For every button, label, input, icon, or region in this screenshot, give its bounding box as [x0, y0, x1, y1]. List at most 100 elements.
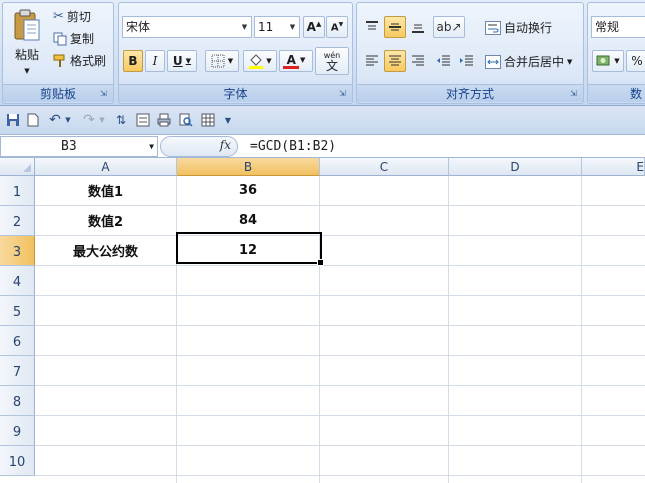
format-painter-icon — [53, 54, 65, 67]
row-header-4[interactable]: 4 — [0, 266, 35, 296]
fill-color-button[interactable]: ▼ — [243, 50, 277, 72]
number-group-label: 数 — [588, 84, 645, 102]
currency-icon — [596, 55, 610, 66]
font-color-button[interactable]: A ▼ — [279, 50, 313, 72]
undo-icon[interactable]: ↶ — [46, 111, 64, 129]
select-all-corner[interactable] — [0, 158, 35, 176]
format-painter-button[interactable]: 格式刷 — [53, 52, 106, 69]
fx-icon: fx — [219, 138, 231, 152]
number-group: 常规 ▼ % 数 — [587, 2, 645, 104]
column-header-b[interactable]: B — [177, 158, 320, 176]
column-header-c[interactable]: C — [320, 158, 449, 176]
grid-line — [319, 176, 320, 483]
fill-bucket-icon — [249, 54, 264, 69]
insert-function-button[interactable]: fx — [160, 136, 238, 157]
align-bottom-button[interactable] — [407, 16, 429, 38]
align-left-icon — [366, 55, 378, 66]
grid-line — [448, 176, 449, 483]
chevron-down-icon[interactable]: ▼ — [97, 111, 107, 129]
phonetic-char: 文 — [325, 59, 338, 73]
chevron-down-icon[interactable]: ▼ — [63, 111, 73, 129]
row-header-9[interactable]: 9 — [0, 416, 35, 446]
font-name-select[interactable]: 宋体 ▼ — [122, 16, 252, 38]
number-format-select[interactable]: 常规 — [591, 16, 645, 38]
sort-icon[interactable]: ⇅ — [112, 111, 130, 129]
formula-input[interactable]: =GCD(B1:B2) — [250, 137, 336, 156]
orientation-button[interactable]: ab↗ — [433, 16, 465, 38]
print-preview-icon[interactable] — [177, 111, 195, 129]
font-color-icon: A — [286, 52, 296, 67]
dialog-launcher-icon[interactable]: ⇲ — [339, 89, 349, 99]
column-header-e[interactable]: E — [582, 158, 645, 176]
italic-button[interactable]: I — [145, 50, 165, 72]
accounting-format-button[interactable]: ▼ — [592, 50, 624, 72]
copy-button[interactable]: 复制 — [53, 30, 94, 47]
grid-line — [35, 295, 645, 296]
quick-access-toolbar: ↶ ▼ ↷ ▼ ⇅ ▼ — [0, 106, 645, 135]
grid-line — [35, 325, 645, 326]
row-header-6[interactable]: 6 — [0, 326, 35, 356]
column-header-a[interactable]: A — [35, 158, 177, 176]
row-header-3[interactable]: 3 — [0, 236, 35, 266]
grid-line — [35, 415, 645, 416]
grid-line — [35, 445, 645, 446]
cell-a3[interactable]: 最大公约数 — [35, 236, 176, 265]
font-size-select[interactable]: 11 ▼ — [254, 16, 300, 38]
phonetic-guide-button[interactable]: wén 文 — [315, 47, 349, 75]
form-icon[interactable] — [134, 111, 152, 129]
column-header-d[interactable]: D — [449, 158, 582, 176]
number-format-value: 常规 — [595, 20, 620, 34]
align-middle-icon — [389, 23, 401, 31]
redo-icon[interactable]: ↷ — [80, 111, 98, 129]
dialog-launcher-icon[interactable]: ⇲ — [570, 89, 580, 99]
font-group: 宋体 ▼ 11 ▼ A▲ A▼ B I U ▼ ▼ ▼ A ▼ wén 文 字体… — [118, 2, 353, 104]
align-left-button[interactable] — [361, 50, 383, 72]
underline-button[interactable]: U ▼ — [167, 50, 197, 72]
shrink-font-button[interactable]: A▼ — [326, 16, 348, 38]
save-icon[interactable] — [4, 111, 22, 129]
increase-indent-button[interactable] — [456, 50, 478, 72]
grid-line — [35, 265, 645, 266]
customize-qat-icon[interactable]: ▼ — [222, 111, 234, 129]
align-middle-button[interactable] — [384, 16, 406, 38]
cell-a1[interactable]: 数值1 — [35, 176, 176, 205]
print-icon[interactable] — [155, 111, 173, 129]
chevron-down-icon: ▼ — [241, 23, 248, 31]
align-right-button[interactable] — [407, 50, 429, 72]
chevron-down-icon: ▼ — [24, 67, 30, 75]
cell-a2[interactable]: 数值2 — [35, 206, 176, 235]
percent-button[interactable]: % — [626, 50, 645, 72]
underline-label: U — [172, 54, 183, 68]
paste-icon — [14, 9, 40, 41]
name-box[interactable]: B3 ▼ — [0, 136, 158, 157]
align-center-button[interactable] — [384, 50, 406, 72]
align-center-icon — [389, 55, 401, 66]
cut-button[interactable]: ✂ 剪切 — [53, 8, 91, 25]
new-document-icon[interactable] — [24, 111, 42, 129]
table-grid-icon[interactable] — [199, 111, 217, 129]
row-header-2[interactable]: 2 — [0, 206, 35, 236]
copy-label: 复制 — [70, 32, 95, 46]
cell-b1[interactable]: 36 — [177, 176, 319, 205]
clipboard-group-label: 剪贴板 — [3, 84, 113, 102]
bold-button[interactable]: B — [123, 50, 143, 72]
align-top-icon — [366, 21, 378, 30]
row-header-5[interactable]: 5 — [0, 296, 35, 326]
borders-button[interactable]: ▼ — [205, 50, 239, 72]
merge-center-button[interactable]: 合并后居中 ▼ — [485, 53, 572, 70]
decrease-indent-icon — [437, 55, 450, 66]
align-top-button[interactable] — [361, 16, 383, 38]
wrap-text-button[interactable]: 自动换行 — [485, 19, 552, 36]
shrink-font-icon: A▼ — [330, 20, 344, 34]
row-header-10[interactable]: 10 — [0, 446, 35, 476]
row-header-8[interactable]: 8 — [0, 386, 35, 416]
row-header-7[interactable]: 7 — [0, 356, 35, 386]
alignment-group: ab↗ 自动换行 合并后居中 ▼ 对齐方式 ⇲ — [356, 2, 584, 104]
cell-b2[interactable]: 84 — [177, 206, 319, 235]
clipboard-group: 粘贴 ▼ ✂ 剪切 复制 格式刷 剪贴板 ⇲ — [2, 2, 114, 104]
grow-font-button[interactable]: A▲ — [303, 16, 325, 38]
row-header-1[interactable]: 1 — [0, 176, 35, 206]
decrease-indent-button[interactable] — [433, 50, 455, 72]
paste-button[interactable]: 粘贴 ▼ — [7, 5, 47, 83]
dialog-launcher-icon[interactable]: ⇲ — [100, 89, 110, 99]
